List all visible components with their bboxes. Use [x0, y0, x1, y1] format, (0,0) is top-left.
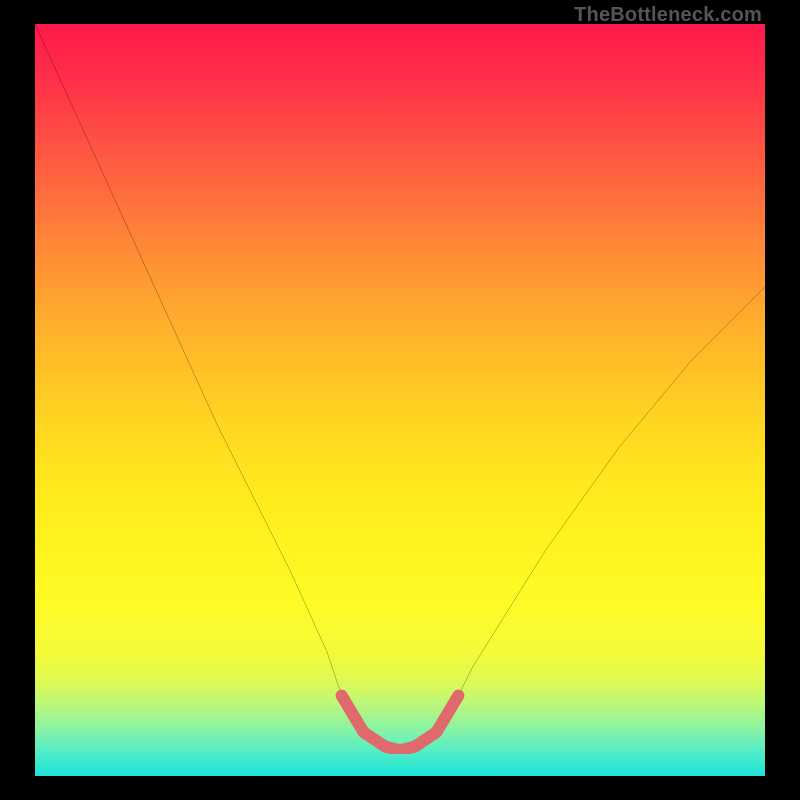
optimal-band-path: [342, 696, 459, 751]
optimal-band-overlay: [35, 24, 765, 754]
plot-area: [35, 24, 765, 776]
chart-frame: TheBottleneck.com: [0, 0, 800, 800]
